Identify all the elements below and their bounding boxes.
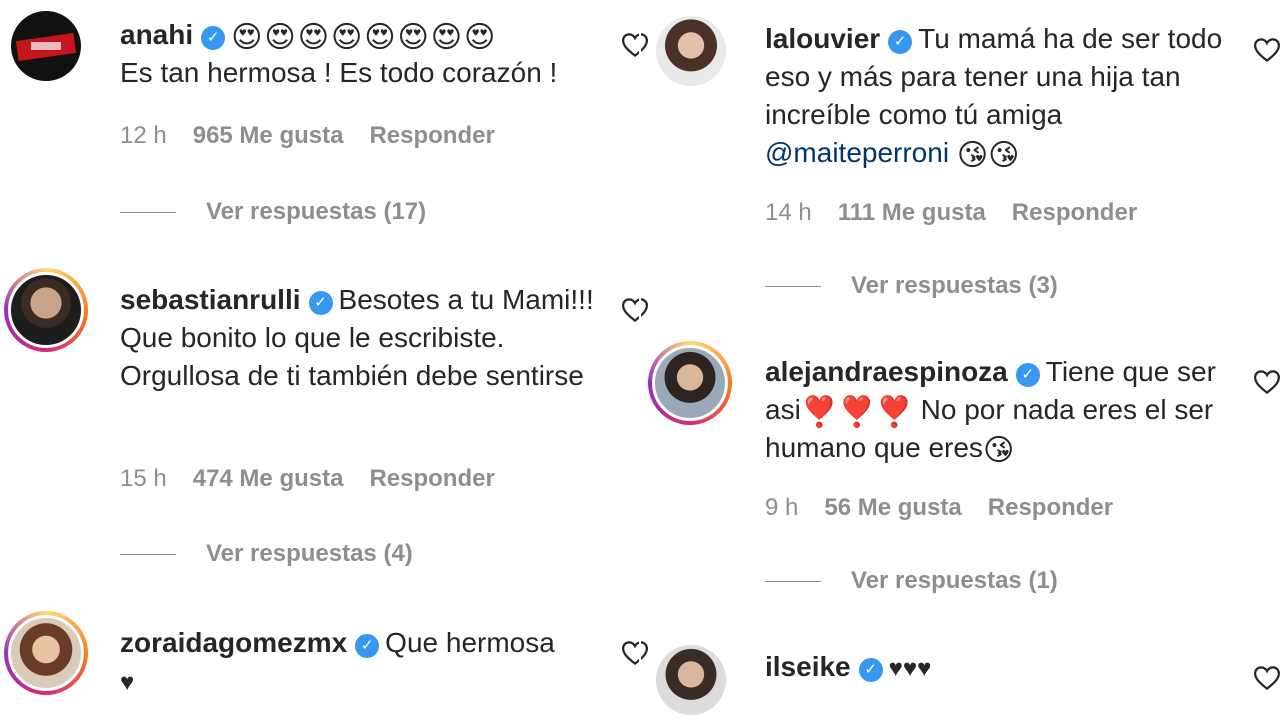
timestamp: 14 h	[765, 199, 812, 226]
avatar[interactable]	[11, 11, 81, 81]
comment-body: zoraidagomezmx ✓ Que hermosa ♥	[120, 624, 600, 702]
kiss-emoji-icon: 😘😘	[956, 139, 1020, 172]
comment-body: ilseike ✓ ♥♥♥	[765, 648, 1235, 688]
avatar[interactable]	[656, 16, 726, 86]
kiss-emoji-icon: 😘	[982, 434, 1015, 467]
avatar[interactable]	[648, 341, 732, 425]
comment-body: lalouvier ✓ Tu mamá ha de ser todo eso y m…	[765, 20, 1235, 172]
username[interactable]: anahi	[120, 19, 193, 50]
like-count[interactable]: 111 Me gusta	[838, 199, 986, 226]
comment-meta: 9 h 56 Me gusta Responder	[765, 494, 1113, 522]
comment-text: Que hermosa	[385, 627, 555, 658]
avatar[interactable]	[656, 645, 726, 715]
comment-text: ♥♥♥	[888, 655, 932, 682]
verified-badge-icon: ✓	[1015, 363, 1040, 387]
divider	[120, 553, 176, 555]
avatar[interactable]	[4, 611, 88, 695]
heart-eyes-emoji-icon: 😍😍😍😍😍😍😍😍	[231, 21, 498, 54]
verified-badge-icon: ✓	[888, 30, 913, 54]
timestamp: 15 h	[120, 465, 167, 492]
timestamp: 12 h	[120, 122, 167, 149]
comment-body: alejandraespinoza ✓ Tiene que ser asi❣️❣️❣…	[765, 353, 1235, 467]
heart-outline-icon[interactable]	[1252, 367, 1280, 397]
divider	[120, 211, 176, 213]
heart-outline-icon[interactable]	[620, 295, 650, 325]
like-count[interactable]: 474 Me gusta	[193, 465, 344, 492]
view-replies-button[interactable]: Ver respuestas (3)	[765, 272, 1058, 300]
view-replies-label: Ver respuestas (4)	[206, 540, 413, 567]
view-replies-label: Ver respuestas (17)	[206, 198, 427, 225]
verified-badge-icon: ✓	[858, 658, 883, 682]
comment-meta: 15 h 474 Me gusta Responder	[120, 465, 495, 493]
username[interactable]: zoraidagomezmx	[120, 627, 347, 658]
heart-exclamation-emoji-icon: ❣️❣️❣️	[800, 396, 913, 429]
verified-badge-icon: ✓	[201, 26, 226, 50]
like-count[interactable]: 965 Me gusta	[193, 122, 344, 149]
divider	[765, 285, 821, 287]
comment-meta: 14 h 111 Me gusta Responder	[765, 199, 1137, 227]
column-divider	[639, 0, 641, 720]
avatar[interactable]	[4, 268, 88, 352]
username[interactable]: alejandraespinoza	[765, 356, 1008, 387]
timestamp: 9 h	[765, 494, 799, 521]
username[interactable]: lalouvier	[765, 23, 880, 54]
view-replies-label: Ver respuestas (1)	[851, 567, 1058, 594]
heart-outline-icon[interactable]	[620, 30, 650, 60]
view-replies-label: Ver respuestas (3)	[851, 272, 1058, 299]
reply-button[interactable]: Responder	[988, 494, 1113, 521]
reply-button[interactable]: Responder	[369, 122, 494, 149]
view-replies-button[interactable]: Ver respuestas (1)	[765, 567, 1058, 595]
comment-text: Es tan hermosa ! Es todo corazón !	[120, 57, 558, 88]
divider	[765, 580, 821, 582]
comment-body: anahi ✓ 😍😍😍😍😍😍😍😍 Es tan hermosa ! Es todo …	[120, 16, 600, 92]
verified-badge-icon: ✓	[355, 634, 380, 658]
heart-text: ♥	[120, 669, 135, 696]
heart-outline-icon[interactable]	[1252, 663, 1280, 693]
view-replies-button[interactable]: Ver respuestas (17)	[120, 198, 426, 226]
comment-body: sebastianrulli ✓ Besotes a tu Mami!!! Que …	[120, 281, 600, 395]
heart-outline-icon[interactable]	[620, 638, 650, 668]
username[interactable]: ilseike	[765, 651, 851, 682]
verified-badge-icon: ✓	[308, 291, 333, 315]
comment-meta: 12 h 965 Me gusta Responder	[120, 122, 495, 150]
reply-button[interactable]: Responder	[369, 465, 494, 492]
mention-link[interactable]: @maiteperroni	[765, 137, 949, 168]
username[interactable]: sebastianrulli	[120, 284, 301, 315]
view-replies-button[interactable]: Ver respuestas (4)	[120, 540, 413, 568]
reply-button[interactable]: Responder	[1012, 199, 1137, 226]
like-count[interactable]: 56 Me gusta	[824, 494, 961, 521]
heart-outline-icon[interactable]	[1252, 35, 1280, 65]
